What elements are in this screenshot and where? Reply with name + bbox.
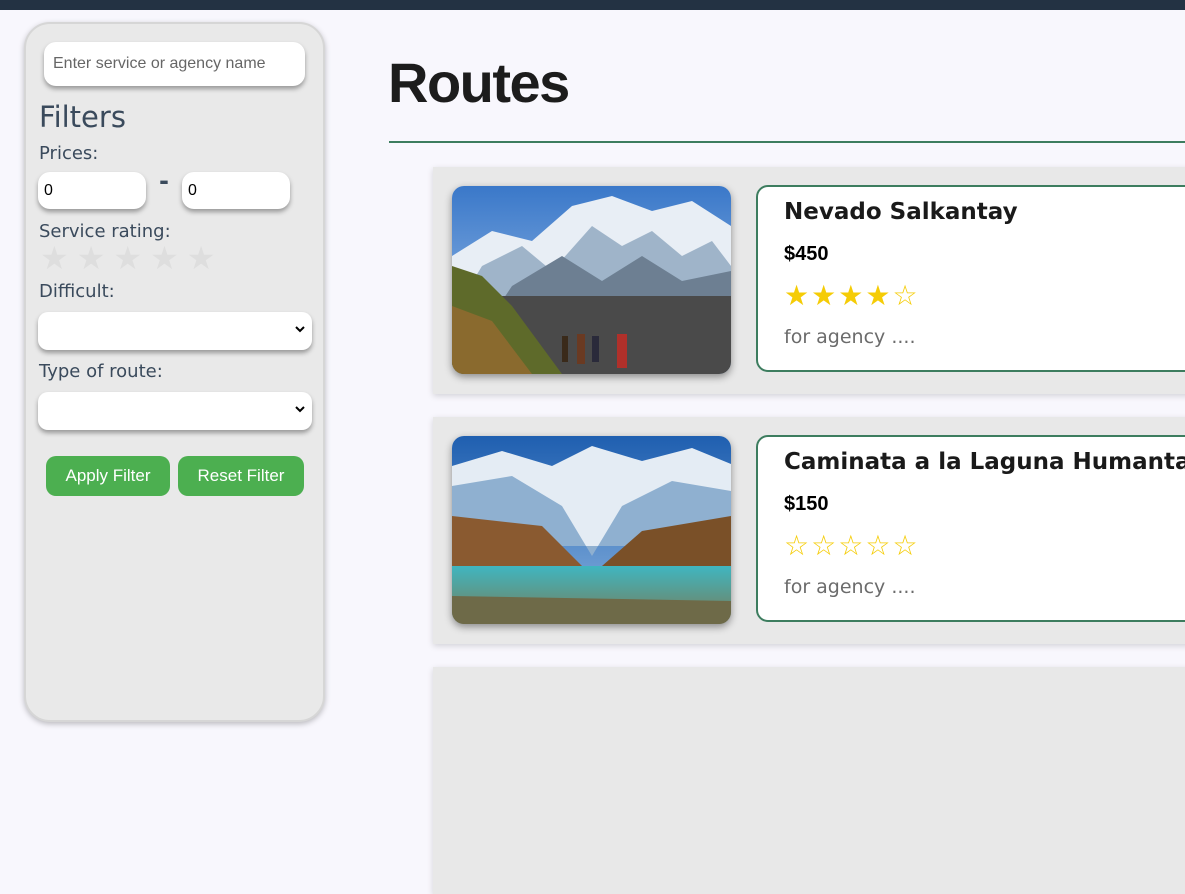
- route-rating: ★ ★ ★ ★ ☆: [784, 282, 918, 310]
- price-min-input[interactable]: [38, 172, 146, 209]
- route-type-select[interactable]: [38, 392, 312, 430]
- prices-label: Prices:: [39, 143, 99, 164]
- price-max-input[interactable]: [182, 172, 290, 209]
- apply-filter-button[interactable]: Apply Filter: [46, 456, 170, 496]
- difficulty-select[interactable]: [38, 312, 312, 350]
- star-outline-icon: ☆: [811, 529, 837, 562]
- route-card[interactable]: [433, 667, 1185, 894]
- rating-star-3[interactable]: ★: [113, 242, 142, 274]
- chevron-down-icon: [295, 326, 305, 333]
- route-card[interactable]: Caminata a la Laguna Humantay $150 ☆ ☆ ☆…: [433, 417, 1185, 644]
- chevron-down-icon: [295, 406, 305, 413]
- star-icon: ★: [838, 279, 864, 312]
- route-type-label: Type of route:: [39, 361, 163, 382]
- route-name[interactable]: Caminata a la Laguna Humantay: [784, 449, 1185, 475]
- rating-star-2[interactable]: ★: [77, 242, 106, 274]
- title-divider: [389, 141, 1185, 143]
- route-price: $450: [784, 243, 829, 265]
- rating-star-5[interactable]: ★: [187, 242, 216, 274]
- star-outline-icon: ☆: [838, 529, 864, 562]
- reset-filter-button[interactable]: Reset Filter: [178, 456, 304, 496]
- star-icon: ★: [811, 279, 837, 312]
- page-title: Routes: [388, 51, 570, 114]
- rating-star-selector: ★ ★ ★ ★ ★: [40, 242, 215, 274]
- star-outline-icon: ☆: [784, 529, 810, 562]
- star-icon: ★: [865, 279, 891, 312]
- rating-star-1[interactable]: ★: [40, 242, 69, 274]
- route-name[interactable]: Nevado Salkantay: [784, 199, 1018, 225]
- route-image-salkantay[interactable]: [452, 186, 731, 374]
- top-bar: [0, 0, 1185, 10]
- search-input[interactable]: [44, 42, 305, 86]
- route-info-panel: Nevado Salkantay $450 ★ ★ ★ ★ ☆ for agen…: [756, 185, 1185, 372]
- filter-sidebar: Filters Prices: - Service rating: ★ ★ ★ …: [24, 22, 325, 722]
- price-separator: -: [159, 167, 169, 195]
- route-agency: for agency ....: [784, 576, 916, 598]
- route-image-humantay[interactable]: [452, 436, 731, 624]
- route-card[interactable]: Nevado Salkantay $450 ★ ★ ★ ★ ☆ for agen…: [433, 167, 1185, 394]
- star-icon: ★: [784, 279, 810, 312]
- difficulty-label: Difficult:: [39, 281, 115, 302]
- route-agency: for agency ....: [784, 326, 916, 348]
- star-outline-icon: ☆: [865, 529, 891, 562]
- star-outline-icon: ☆: [892, 529, 918, 562]
- filters-title: Filters: [39, 100, 126, 134]
- route-price: $150: [784, 493, 829, 515]
- route-info-panel: Caminata a la Laguna Humantay $150 ☆ ☆ ☆…: [756, 435, 1185, 622]
- route-rating: ☆ ☆ ☆ ☆ ☆: [784, 532, 918, 560]
- rating-star-4[interactable]: ★: [150, 242, 179, 274]
- star-outline-icon: ☆: [892, 279, 918, 312]
